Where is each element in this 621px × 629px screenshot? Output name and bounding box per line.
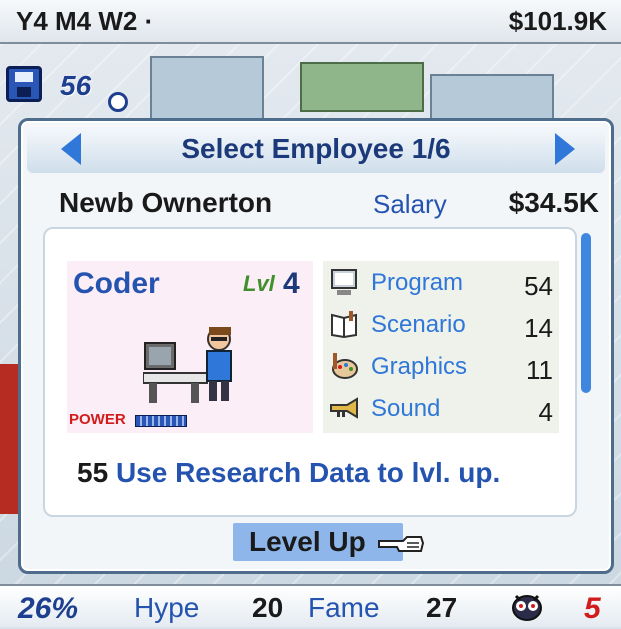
employee-role: Coder bbox=[73, 267, 160, 300]
money-display: $101.9K bbox=[508, 5, 607, 36]
hype-label: Hype bbox=[134, 592, 200, 623]
dialog-title: Select Employee 1/6 bbox=[181, 133, 451, 164]
salary-value: $34.5K bbox=[508, 187, 599, 218]
select-employee-dialog: Select Employee 1/6 Newb Ownerton Salary… bbox=[18, 118, 614, 574]
office-wall bbox=[150, 56, 264, 120]
dialog-header: Select Employee 1/6 bbox=[27, 125, 605, 173]
stat-row-sound: Sound 4 bbox=[323, 391, 559, 431]
clock-icon bbox=[108, 92, 128, 112]
pointing-hand-icon bbox=[378, 536, 425, 552]
stat-label: Graphics bbox=[371, 353, 468, 380]
office-furniture bbox=[0, 364, 18, 514]
hype-value: 20 bbox=[252, 592, 284, 623]
stat-label: Program bbox=[371, 269, 464, 296]
top-status-bar: Y4 M4 W2 · $101.9K bbox=[0, 0, 621, 44]
previous-employee-arrow-icon[interactable] bbox=[61, 133, 81, 165]
fans-value: 5 bbox=[584, 592, 601, 625]
research-cost: 55 bbox=[77, 457, 109, 488]
level-up-label: Level Up bbox=[249, 526, 366, 557]
stat-row-scenario: Scenario 14 bbox=[323, 307, 559, 347]
stat-value: 14 bbox=[524, 313, 553, 343]
computer-icon bbox=[331, 269, 357, 295]
next-employee-arrow-icon[interactable] bbox=[555, 133, 575, 165]
save-icon[interactable] bbox=[6, 66, 42, 102]
palette-icon bbox=[332, 353, 358, 379]
employee-detail-panel: Coder Lvl 4 POWER Program 54 Scenario 14… bbox=[43, 227, 577, 517]
research-hint: 55 Use Research Data to lvl. up. bbox=[77, 457, 500, 489]
level-label: Lvl bbox=[243, 271, 275, 296]
game-date: Y4 M4 W2 · bbox=[16, 6, 153, 37]
stat-row-graphics: Graphics 11 bbox=[323, 349, 559, 389]
salary-label: Salary bbox=[373, 189, 447, 219]
stat-row-program: Program 54 bbox=[323, 265, 559, 305]
employee-name: Newb Ownerton bbox=[59, 187, 273, 218]
stat-value: 54 bbox=[524, 271, 553, 301]
power-bar bbox=[135, 415, 187, 427]
book-icon bbox=[331, 311, 357, 339]
skill-stats: Program 54 Scenario 14 Graphics 11 Sound… bbox=[323, 261, 559, 433]
level-value: 4 bbox=[283, 267, 300, 300]
fans-mascot-icon bbox=[510, 590, 544, 622]
bottom-status-bar: 26% Hype 20 Fame 27 5 bbox=[0, 584, 621, 627]
research-count: 56 bbox=[60, 70, 92, 101]
stat-label: Scenario bbox=[371, 311, 466, 338]
office-plants bbox=[300, 62, 424, 112]
employee-summary: Newb Ownerton Salary $34.5K bbox=[59, 187, 599, 223]
stat-label: Sound bbox=[371, 395, 441, 422]
fame-value: 27 bbox=[426, 592, 458, 623]
employee-portrait: Coder Lvl 4 POWER bbox=[67, 261, 313, 433]
research-message: Use Research Data to lvl. up. bbox=[115, 457, 501, 488]
coder-at-desk-icon bbox=[143, 327, 232, 403]
stat-value: 4 bbox=[538, 397, 553, 427]
panel-scrollbar[interactable] bbox=[581, 233, 591, 393]
date-text: Y4 M4 W2 bbox=[16, 5, 138, 36]
date-marker: · bbox=[144, 5, 154, 36]
trumpet-icon bbox=[330, 397, 358, 419]
fame-label: Fame bbox=[308, 592, 380, 623]
power-label: POWER bbox=[69, 411, 126, 428]
progress-percent: 26% bbox=[18, 592, 79, 625]
stat-value: 11 bbox=[526, 355, 553, 385]
